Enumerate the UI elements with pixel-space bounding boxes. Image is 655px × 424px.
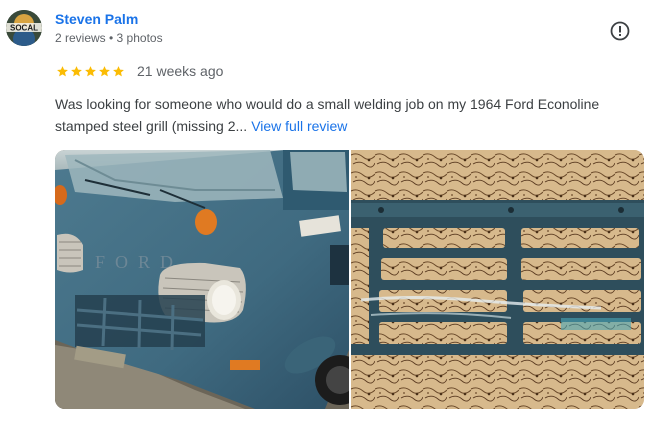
review-date: 21 weeks ago [137, 63, 224, 79]
star-icon [71, 65, 82, 76]
review-photo-grille[interactable] [351, 150, 644, 409]
report-review-button[interactable] [608, 19, 632, 43]
star-rating [56, 65, 126, 78]
star-icon [99, 65, 110, 76]
review-body: Was looking for someone who would do a s… [55, 93, 640, 137]
rating-row: 21 weeks ago [56, 63, 223, 79]
star-icon [85, 65, 96, 76]
reviewer-avatar[interactable]: SOCAL [6, 10, 42, 46]
van-photo-image: FORD [55, 150, 349, 409]
grille-photo-image [351, 150, 644, 409]
star-icon [57, 65, 68, 76]
view-full-review-link[interactable]: View full review [251, 118, 347, 134]
review-photo-van[interactable]: FORD [55, 150, 349, 409]
avatar-lettering: SOCAL [10, 24, 38, 33]
exclamation-circle-icon [610, 21, 630, 41]
star-icon [113, 65, 124, 76]
reviewer-name[interactable]: Steven Palm [55, 11, 138, 27]
reviewer-stats: 2 reviews • 3 photos [55, 31, 163, 45]
